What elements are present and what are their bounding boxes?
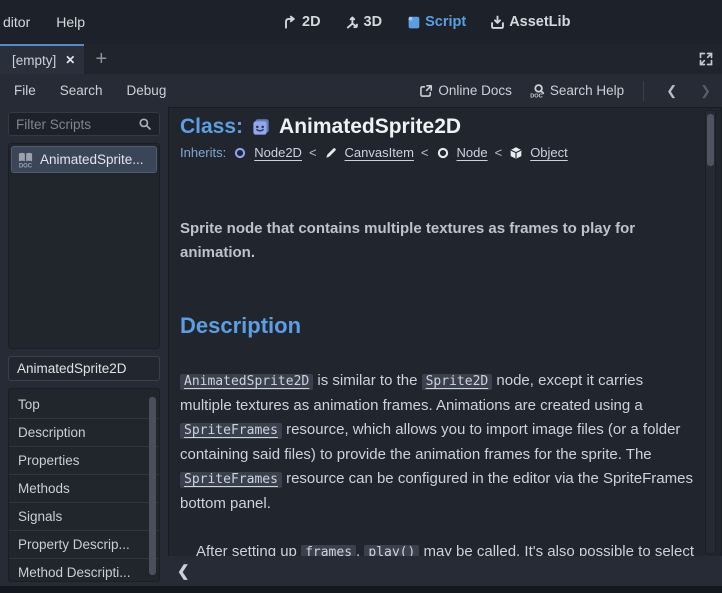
history-forward-icon[interactable]: ❯ bbox=[697, 83, 714, 99]
nav-2d-button[interactable]: 2D bbox=[283, 14, 321, 30]
section-methods[interactable]: Methods bbox=[9, 475, 159, 503]
inherits-chain: Node2D < CanvasItem < Node < Object bbox=[233, 145, 568, 160]
section-top[interactable]: Top bbox=[9, 391, 159, 419]
menu-search[interactable]: Search bbox=[60, 83, 103, 98]
member-filter-field[interactable]: AnimatedSprite2D bbox=[8, 356, 160, 381]
section-signals[interactable]: Signals bbox=[9, 503, 159, 531]
main-panel: Class: AnimatedSprite2D Inherits: bbox=[168, 107, 722, 586]
tab-empty[interactable]: [empty] ✕ bbox=[0, 44, 84, 74]
code-link[interactable]: SpriteFrames bbox=[180, 423, 282, 439]
code-link[interactable]: frames bbox=[301, 545, 356, 556]
svg-text:DOC: DOC bbox=[19, 163, 33, 168]
doc-scrollbar-thumb[interactable] bbox=[707, 114, 714, 166]
history-back-icon[interactable]: ❮ bbox=[663, 83, 680, 99]
search-doc-icon: DOC bbox=[529, 83, 545, 99]
menu-debug[interactable]: Debug bbox=[127, 83, 167, 98]
inherit-link-node2d[interactable]: Node2D bbox=[254, 145, 302, 160]
nav-2d-label: 2D bbox=[302, 14, 321, 30]
menu-file[interactable]: File bbox=[14, 83, 36, 98]
script-menubar: File Search Debug Online Docs DOC Search Hel… bbox=[0, 74, 722, 107]
inherit-separator: < bbox=[309, 145, 317, 160]
description-paragraph-2: After setting up frames, play() may be c… bbox=[180, 540, 696, 556]
menubar-right: Online Docs DOC Search Help ❮ ❯ bbox=[419, 81, 714, 101]
nav-2d-icon bbox=[283, 15, 298, 30]
inherit-separator: < bbox=[421, 145, 429, 160]
body: Filter Scripts DOC AnimatedSprite... Anim… bbox=[0, 107, 722, 586]
window-bottom-edge bbox=[0, 586, 722, 593]
topbar-menus: ditor Help bbox=[0, 10, 87, 34]
svg-text:DOC: DOC bbox=[530, 93, 542, 98]
bottom-panel-expand-icon[interactable]: ❮ bbox=[177, 562, 190, 580]
inherits-label: Inherits: bbox=[180, 145, 226, 160]
script-tabbar: [empty] ✕ + bbox=[0, 44, 722, 74]
node2d-icon bbox=[233, 146, 247, 160]
script-item-label: AnimatedSprite... bbox=[40, 152, 144, 167]
inherit-link-canvasitem[interactable]: CanvasItem bbox=[345, 145, 414, 160]
section-method-descripti[interactable]: Method Descripti... bbox=[9, 559, 159, 582]
menubar-menus: File Search Debug bbox=[14, 83, 166, 98]
filter-scripts-placeholder: Filter Scripts bbox=[16, 117, 138, 132]
tab-label: [empty] bbox=[12, 53, 56, 68]
nav-script-icon bbox=[406, 15, 421, 30]
description-paragraph: AnimatedSprite2D is similar to the Sprit… bbox=[180, 369, 696, 516]
nav-3d-button[interactable]: 3D bbox=[345, 14, 383, 30]
section-description[interactable]: Description bbox=[9, 419, 159, 447]
sections-scrollbar[interactable] bbox=[149, 397, 156, 575]
script-item[interactable]: DOC AnimatedSprite... bbox=[11, 146, 157, 173]
nav-assetlib-icon bbox=[490, 15, 505, 30]
canvasitem-icon bbox=[324, 146, 338, 160]
code-link[interactable]: SpriteFrames bbox=[180, 472, 282, 488]
menu-help[interactable]: Help bbox=[54, 10, 87, 34]
description-heading: Description bbox=[180, 313, 695, 339]
topbar-nav: 2D 3D Script AssetLib bbox=[283, 0, 570, 44]
section-property-descrip[interactable]: Property Descrip... bbox=[9, 531, 159, 559]
filter-scripts-input[interactable]: Filter Scripts bbox=[8, 112, 160, 136]
online-docs-label: Online Docs bbox=[438, 83, 512, 98]
nav-3d-label: 3D bbox=[364, 14, 383, 30]
object-icon bbox=[509, 146, 523, 160]
code-link[interactable]: AnimatedSprite2D bbox=[180, 374, 313, 390]
godot-editor-window: ditor Help 2D 3D Script AssetLib [empty] ✕ +… bbox=[0, 0, 722, 593]
scripts-list: DOC AnimatedSprite... bbox=[8, 143, 160, 349]
bottom-panel-bar: ❮ bbox=[168, 556, 722, 586]
distraction-free-icon[interactable] bbox=[698, 51, 714, 67]
nav-script-label: Script bbox=[425, 14, 466, 30]
nav-assetlib-label: AssetLib bbox=[509, 14, 570, 30]
help-doc-panel: Class: AnimatedSprite2D Inherits: bbox=[168, 107, 722, 556]
search-icon bbox=[138, 117, 152, 131]
node-icon bbox=[436, 146, 450, 160]
external-link-icon bbox=[419, 84, 433, 98]
code-link[interactable]: Sprite2D bbox=[422, 374, 493, 390]
doc-scrollbar[interactable] bbox=[705, 110, 716, 554]
menu-ditor[interactable]: ditor bbox=[1, 10, 32, 34]
topbar: ditor Help 2D 3D Script AssetLib bbox=[0, 0, 722, 44]
nav-script-button[interactable]: Script bbox=[406, 14, 466, 30]
brief-description: Sprite node that contains multiple textu… bbox=[180, 217, 696, 265]
section-properties[interactable]: Properties bbox=[9, 447, 159, 475]
class-name: AnimatedSprite2D bbox=[279, 115, 461, 139]
nav-assetlib-button[interactable]: AssetLib bbox=[490, 14, 570, 30]
tab-close-icon[interactable]: ✕ bbox=[65, 54, 75, 66]
class-prefix-label: Class: bbox=[180, 115, 243, 139]
menubar-separator bbox=[643, 81, 644, 101]
inherits-row: Inherits: Node2D < CanvasItem < Node < Object bbox=[180, 145, 695, 160]
menubar-actions: Online Docs DOC Search Help bbox=[419, 83, 624, 99]
inherit-separator: < bbox=[495, 145, 503, 160]
help-sections-list: TopDescriptionPropertiesMethodsSignalsPr… bbox=[8, 388, 160, 582]
inherit-link-object[interactable]: Object bbox=[530, 145, 568, 160]
scripts-sidebar: Filter Scripts DOC AnimatedSprite... Anim… bbox=[0, 107, 168, 586]
search-help-label: Search Help bbox=[550, 83, 624, 98]
class-title: Class: AnimatedSprite2D bbox=[180, 115, 695, 139]
inherit-link-node[interactable]: Node bbox=[457, 145, 488, 160]
code-link[interactable]: play() bbox=[364, 545, 419, 556]
online-docs-button[interactable]: Online Docs bbox=[419, 83, 512, 99]
animatedsprite2d-icon bbox=[251, 117, 271, 137]
nav-3d-icon bbox=[345, 15, 360, 30]
help-doc-icon: DOC bbox=[17, 151, 34, 168]
new-script-button[interactable]: + bbox=[84, 44, 118, 74]
search-help-button[interactable]: DOC Search Help bbox=[529, 83, 624, 99]
